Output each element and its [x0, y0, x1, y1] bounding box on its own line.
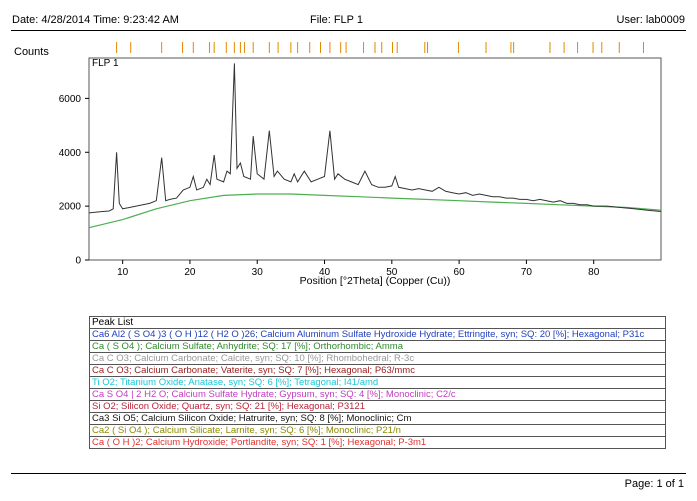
x-axis-label: Position [°2Theta] (Copper (Cu)): [300, 275, 451, 287]
peak-list-row: Ti O2; Titanium Oxide; Anatase, syn; SQ:…: [90, 377, 665, 389]
xrd-chart: 10 20 30 40 50 60 70 800200040006000 FLP 1 Posi…: [59, 42, 662, 287]
chart-title: FLP 1: [92, 58, 119, 69]
peak-list-row: Ca3 Si O5; Calcium Silicon Oxide; Hatrur…: [90, 413, 665, 425]
x-tick-label: 20: [184, 267, 196, 278]
y-tick-label: 4000: [59, 148, 82, 159]
reference-tick-strip: [116, 42, 645, 53]
x-tick-label: 60: [454, 267, 466, 278]
plot-frame: [88, 57, 662, 261]
pattern-series-line: [88, 63, 662, 214]
peak-list-row: Ca C O3; Calcium Carbonate; Calcite, syn…: [90, 353, 665, 365]
peak-list-rows: Ca6 Al2 ( S O4 )3 ( O H )12 ( H2 O )26; …: [90, 329, 665, 448]
page-number: Page: 1 of 1: [624, 478, 684, 490]
y-tick-label: 2000: [59, 202, 82, 213]
x-tick-label: 30: [252, 267, 264, 278]
peak-list-row: Ca S O4 | 2 H2 O; Calcium Sulfate Hydrat…: [90, 389, 665, 401]
y-tick-label: 6000: [59, 94, 82, 105]
peak-list-row: Ca ( O H )2; Calcium Hydroxide; Portland…: [92, 437, 427, 448]
x-tick-label: 80: [588, 267, 600, 278]
peak-list-row: Si O2; Silicon Oxide; Quartz, syn; SQ: 2…: [90, 401, 665, 413]
peak-list-title: Peak List: [90, 317, 665, 329]
y-tick-label: 0: [75, 256, 81, 267]
peak-list-row: Ca2 ( Si O4 ); Calcium Silicate; Larnite…: [90, 425, 665, 437]
background-series-line: [88, 193, 662, 229]
peak-list: Peak List Ca6 Al2 ( S O4 )3 ( O H )12 ( …: [89, 316, 666, 449]
peak-list-row: Ca C O3; Calcium Carbonate; Vaterite, sy…: [90, 365, 665, 377]
peak-list-row: Ca6 Al2 ( S O4 )3 ( O H )12 ( H2 O )26; …: [90, 329, 665, 341]
peak-list-row: Ca ( S O4 ); Calcium Sulfate; Anhydrite;…: [90, 341, 665, 353]
x-tick-label: 70: [521, 267, 533, 278]
x-tick-label: 10: [117, 267, 129, 278]
footer-rule: [11, 473, 686, 474]
